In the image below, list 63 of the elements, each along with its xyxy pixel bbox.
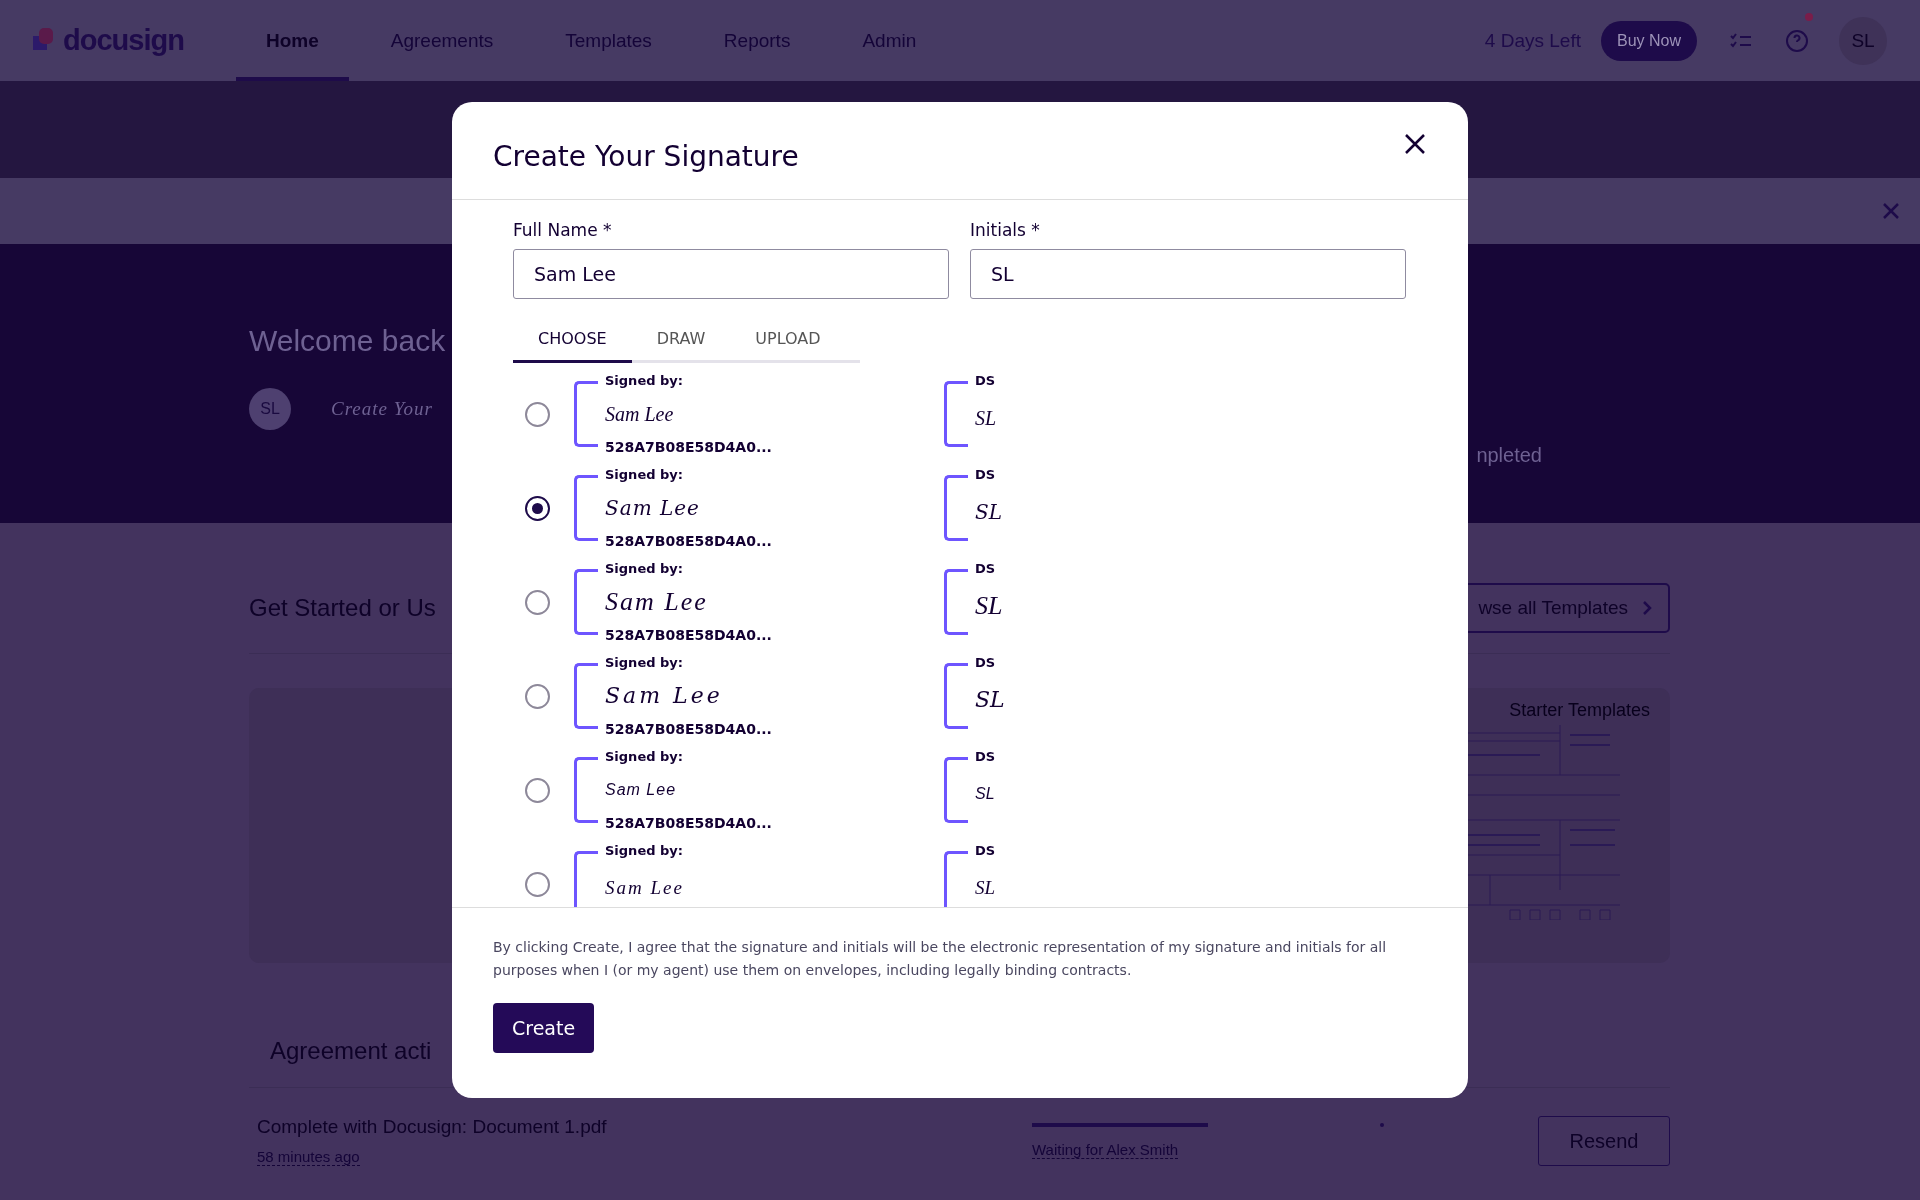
bracket-icon <box>574 475 598 541</box>
signature-id: 528A7B08E58D4A0... <box>605 439 773 455</box>
tab[interactable]: DRAW <box>631 317 731 363</box>
signed-by-label: Signed by: <box>605 373 684 389</box>
signature-text: Sam Lee <box>605 402 675 427</box>
text-field[interactable]: Sam Lee <box>513 249 949 299</box>
signed-by-label: Signed by: <box>605 749 684 765</box>
initials-text: SL <box>975 592 1004 620</box>
dialog-title: Create Your Signature <box>493 140 799 173</box>
card-title: Starter Templates <box>1509 700 1650 721</box>
initials-text: SL <box>975 686 1006 714</box>
text-field[interactable]: SL <box>970 249 1406 299</box>
bracket-icon <box>944 851 968 907</box>
notification-dot <box>1805 12 1813 21</box>
initials-label: DS <box>975 561 997 577</box>
bracket-icon <box>944 663 968 729</box>
radio-button[interactable] <box>525 683 550 709</box>
tab[interactable]: UPLOAD <box>730 317 846 363</box>
signed-by-label: Signed by: <box>605 467 684 483</box>
initials-label: DS <box>975 467 997 483</box>
signed-by-label: Signed by: <box>605 843 684 859</box>
signed-by-label: Signed by: <box>605 561 684 577</box>
signature-id: 528A7B08E58D4A0... <box>605 721 773 737</box>
signature-id: 528A7B08E58D4A0... <box>605 627 773 643</box>
initials-text: SL <box>975 784 996 804</box>
buy-now-button[interactable]: Buy Now <box>1600 20 1697 61</box>
signature-text: Sam Lee <box>605 495 701 522</box>
radio-button[interactable] <box>525 401 550 427</box>
field-label: Full Name * <box>513 220 613 240</box>
bracket-icon <box>574 757 598 823</box>
signed-by-label: Signed by: <box>605 655 684 671</box>
bracket-icon <box>574 851 598 907</box>
initials-text: SL <box>975 499 1003 526</box>
bracket-icon <box>944 475 968 541</box>
create-button[interactable]: Create <box>493 1003 595 1053</box>
stat-label: npleted <box>1476 444 1542 468</box>
radio-button[interactable] <box>525 495 550 521</box>
chevron-icon <box>1642 600 1652 616</box>
radio-button[interactable] <box>525 871 550 897</box>
tab[interactable]: CHOOSE <box>513 317 632 363</box>
signature-text: Sam Lee <box>605 780 678 800</box>
signature-text: Sam Lee <box>605 588 709 616</box>
initials-label: DS <box>975 843 997 859</box>
bracket-icon <box>574 663 598 729</box>
welcome-heading: Welcome back <box>249 324 446 358</box>
initials-label: DS <box>975 655 997 671</box>
signature-id: 528A7B08E58D4A0... <box>605 533 773 549</box>
signature-text: Sam Lee <box>605 876 685 900</box>
radio-button[interactable] <box>525 777 550 803</box>
initials-label: DS <box>975 749 997 765</box>
bracket-icon <box>944 569 968 635</box>
initials-label: DS <box>975 373 997 389</box>
bracket-icon <box>944 757 968 823</box>
initials-text: SL <box>975 876 997 900</box>
bracket-icon <box>574 569 598 635</box>
bracket-icon <box>574 381 598 447</box>
field-label: Initials * <box>970 220 1041 240</box>
radio-button[interactable] <box>525 589 550 615</box>
signature-text: Sam Lee <box>605 682 724 710</box>
signature-id: 528A7B08E58D4A0... <box>605 815 773 831</box>
bracket-icon <box>944 381 968 447</box>
initials-text: SL <box>975 406 998 431</box>
signature-text: Create Your <box>331 398 433 420</box>
